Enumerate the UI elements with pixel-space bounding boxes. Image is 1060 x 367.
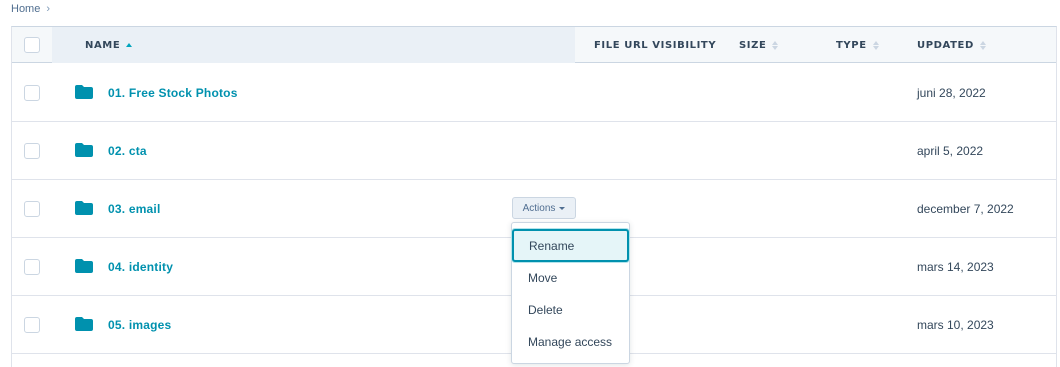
updated-date: april 5, 2022 [917,144,984,158]
sort-icon [772,40,779,50]
updated-date: juni 28, 2022 [917,86,986,100]
column-header-type[interactable]: TYPE [836,27,879,63]
sort-icon [126,43,133,47]
table-header: NAME FILE URL VISIBILITY SIZE TYPE UPDAT… [12,27,1056,63]
column-header-size[interactable]: SIZE [739,27,779,63]
actions-dropdown-button[interactable]: Actions [512,197,576,219]
menu-item-delete[interactable]: Delete [512,294,629,326]
sort-icon [872,40,879,50]
folder-icon [75,201,93,215]
folder-name-link[interactable]: 01. Free Stock Photos [108,64,238,122]
column-header-name[interactable]: NAME [52,27,575,63]
column-header-file-url-visibility: FILE URL VISIBILITY [594,39,717,51]
table-row[interactable]: 02. cta april 5, 2022 [12,122,1056,180]
folder-icon [75,85,93,99]
header-checkbox-cell [12,27,52,63]
row-checkbox[interactable] [24,317,40,333]
updated-date: mars 10, 2023 [917,318,994,332]
actions-menu: Rename Move Delete Manage access [511,222,630,364]
menu-item-move[interactable]: Move [512,262,629,294]
row-checkbox[interactable] [24,143,40,159]
table-row[interactable]: 01. Free Stock Photos juni 28, 2022 [12,64,1056,122]
folder-icon [75,143,93,157]
chevron-right-icon: › [46,3,51,15]
column-header-updated[interactable]: UPDATED [917,27,986,63]
row-checkbox[interactable] [24,85,40,101]
row-checkbox[interactable] [24,201,40,217]
sort-icon [979,40,986,50]
updated-date: december 7, 2022 [917,202,1014,216]
caret-down-icon [559,206,566,210]
breadcrumb: Home › [11,3,50,15]
row-checkbox[interactable] [24,259,40,275]
folder-icon [75,317,93,331]
folder-name-link[interactable]: 04. identity [108,238,173,296]
folder-name-link[interactable]: 05. images [108,296,171,354]
breadcrumb-home-link[interactable]: Home [11,3,40,15]
menu-item-rename[interactable]: Rename [512,229,629,262]
updated-date: mars 14, 2023 [917,260,994,274]
select-all-checkbox[interactable] [24,37,40,53]
folder-name-link[interactable]: 02. cta [108,122,147,180]
menu-item-manage-access[interactable]: Manage access [512,326,629,358]
folder-name-link[interactable]: 03. email [108,180,161,238]
folder-icon [75,259,93,273]
